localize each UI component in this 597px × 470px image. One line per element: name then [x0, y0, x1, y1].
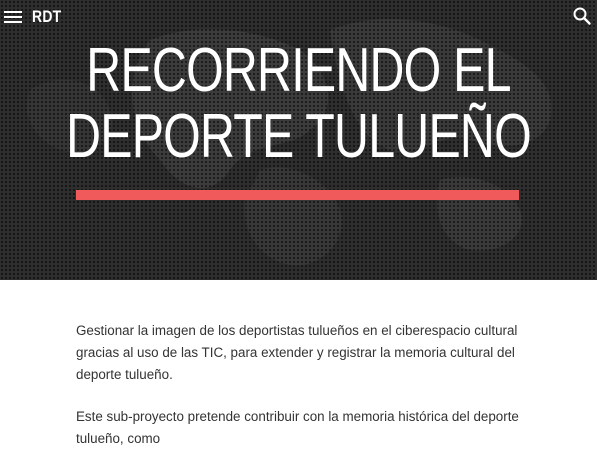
intro-text: Gestionar la imagen de los deportistas t…: [76, 320, 524, 470]
site-brand[interactable]: RDT: [32, 7, 61, 27]
hero-title-line-1: RECORRIENDO EL: [86, 36, 511, 105]
hero-title-line-2: DEPORTE TULUEÑO: [66, 102, 532, 171]
search-icon[interactable]: [572, 6, 592, 26]
intro-paragraph-2: Este sub-proyecto pretende contribuir co…: [76, 409, 519, 446]
hero-title: RECORRIENDO EL DEPORTE TULUEÑO: [0, 38, 597, 170]
menu-icon[interactable]: [4, 8, 22, 24]
title-accent-underline: [76, 190, 519, 200]
hero-banner: RDT RECORRIENDO EL DEPORTE TULUEÑO: [0, 0, 597, 280]
top-nav-bar: RDT: [0, 0, 597, 34]
intro-paragraph-1: Gestionar la imagen de los deportistas t…: [76, 323, 518, 382]
